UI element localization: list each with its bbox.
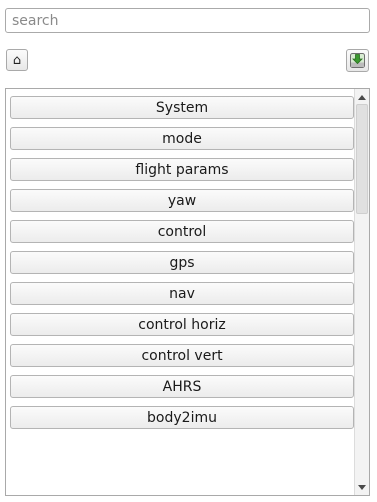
folder-list-items: System mode flight params yaw control gp… (6, 89, 356, 495)
list-item-body2imu[interactable]: body2imu (10, 406, 354, 429)
scrollbar-thumb[interactable] (356, 104, 368, 214)
list-item-gps[interactable]: gps (10, 251, 354, 274)
vertical-scrollbar[interactable] (354, 89, 369, 495)
folder-list: System mode flight params yaw control gp… (5, 88, 370, 496)
list-item-nav[interactable]: nav (10, 282, 354, 305)
scroll-up-arrow-icon[interactable] (355, 90, 369, 104)
search-input[interactable] (5, 8, 370, 33)
home-button[interactable]: ⌂ (6, 49, 28, 71)
list-item-yaw[interactable]: yaw (10, 189, 354, 212)
list-item-system[interactable]: System (10, 96, 354, 119)
download-icon (350, 53, 365, 68)
list-item-mode[interactable]: mode (10, 127, 354, 150)
download-button[interactable] (346, 49, 369, 72)
list-item-control-horiz[interactable]: control horiz (10, 313, 354, 336)
list-item-ahrs[interactable]: AHRS (10, 375, 354, 398)
list-item-control[interactable]: control (10, 220, 354, 243)
scroll-down-arrow-icon[interactable] (355, 480, 369, 494)
settings-panel: ⌂ System mode flight params yaw control … (0, 0, 377, 502)
home-icon: ⌂ (12, 52, 22, 68)
list-item-flight-params[interactable]: flight params (10, 158, 354, 181)
list-item-control-vert[interactable]: control vert (10, 344, 354, 367)
